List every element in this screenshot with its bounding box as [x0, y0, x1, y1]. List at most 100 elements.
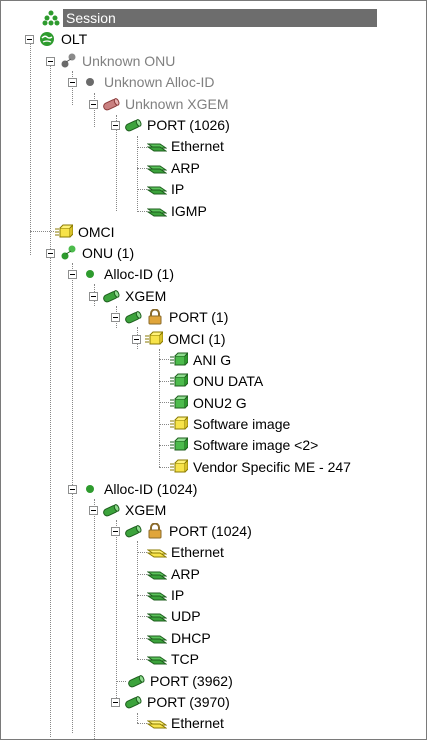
- tree-node-protocol[interactable]: ARP: [147, 158, 202, 178]
- session-tree[interactable]: Session OLT Unknown ONU Unknown Alloc-ID…: [0, 0, 427, 740]
- collapse-toggle[interactable]: [68, 269, 77, 279]
- collapse-toggle[interactable]: [68, 77, 77, 87]
- session-tree-icon: [41, 10, 61, 26]
- protocol-label: Ethernet: [171, 138, 224, 154]
- stacked-layer-icon: [147, 544, 167, 560]
- padlock-icon: [145, 523, 165, 539]
- stacked-layer-icon: [147, 138, 167, 154]
- olt-label: OLT: [61, 31, 88, 47]
- unknown-alloc-id-label: Unknown Alloc-ID: [104, 74, 215, 90]
- tree-node-port-1[interactable]: PORT (1): [111, 307, 230, 327]
- dot-icon: [80, 481, 100, 497]
- port-label: PORT (3962): [150, 673, 233, 689]
- box-icon: [144, 331, 164, 347]
- tree-node-port-1026[interactable]: PORT (1026): [111, 115, 232, 135]
- unknown-xgem-label: Unknown XGEM: [125, 96, 229, 112]
- stacked-layer-icon: [147, 160, 167, 176]
- box-icon: [54, 224, 74, 240]
- tree-node-managed-entity[interactable]: ANI G: [169, 350, 233, 370]
- collapse-toggle[interactable]: [25, 34, 34, 44]
- tree-node-protocol[interactable]: Ethernet: [147, 542, 226, 562]
- tree-node-protocol[interactable]: UDP: [147, 606, 203, 626]
- managed-entity-icon: [169, 352, 189, 368]
- unknown-onu-label: Unknown ONU: [82, 53, 176, 69]
- protocol-label: ARP: [171, 160, 200, 176]
- alloc-id-label: Alloc-ID (1): [104, 266, 175, 282]
- protocol-label: IP: [171, 181, 185, 197]
- collapse-toggle[interactable]: [89, 291, 98, 301]
- managed-entity-icon: [169, 373, 189, 389]
- protocol-label: ARP: [171, 566, 200, 582]
- collapse-toggle[interactable]: [89, 505, 98, 515]
- tree-node-protocol[interactable]: Ethernet: [147, 713, 226, 733]
- pipe-icon: [123, 117, 143, 133]
- omci-label: OMCI: [78, 224, 115, 240]
- collapse-toggle[interactable]: [111, 312, 120, 322]
- omci-label: OMCI (1): [168, 331, 226, 347]
- collapse-toggle[interactable]: [111, 697, 120, 707]
- port-label: PORT (3970): [147, 694, 230, 710]
- tree-node-omci-1[interactable]: OMCI (1): [132, 329, 228, 349]
- tree-node-xgem[interactable]: XGEM: [89, 500, 168, 520]
- tree-node-unknown-xgem[interactable]: Unknown XGEM: [89, 94, 230, 114]
- stacked-layer-icon: [147, 181, 167, 197]
- tree-node-protocol[interactable]: IGMP: [147, 201, 209, 221]
- xgem-label: XGEM: [125, 288, 167, 304]
- tree-node-managed-entity[interactable]: ONU2 G: [169, 393, 249, 413]
- tree-node-session[interactable]: Session: [41, 8, 377, 28]
- tree-node-port-3970[interactable]: PORT (3970): [111, 692, 232, 712]
- collapse-toggle[interactable]: [89, 99, 98, 109]
- tree-node-managed-entity[interactable]: ONU DATA: [169, 371, 265, 391]
- pipe-icon: [123, 523, 143, 539]
- padlock-icon: [145, 309, 165, 325]
- pipe-icon: [101, 288, 121, 304]
- protocol-label: TCP: [171, 651, 199, 667]
- tree-node-protocol[interactable]: IP: [147, 585, 186, 605]
- managed-entity-icon: [169, 395, 189, 411]
- dot-icon: [80, 74, 100, 90]
- protocol-label: IP: [171, 587, 185, 603]
- port-label: PORT (1024): [169, 523, 252, 539]
- session-label: Session: [63, 9, 377, 27]
- tree-node-omci[interactable]: OMCI: [54, 222, 117, 242]
- pipe-icon: [126, 673, 146, 689]
- managed-entity-label: ONU2 G: [193, 395, 247, 411]
- tree-node-managed-entity[interactable]: Software image: [169, 414, 292, 434]
- protocol-label: DHCP: [171, 630, 211, 646]
- xgem-label: XGEM: [125, 502, 167, 518]
- collapse-toggle[interactable]: [111, 120, 120, 130]
- tree-node-managed-entity[interactable]: Software image <2>: [169, 435, 320, 455]
- dot-icon: [80, 266, 100, 282]
- pipe-icon: [123, 309, 143, 325]
- tree-node-protocol[interactable]: IP: [147, 179, 186, 199]
- tree-node-protocol[interactable]: TCP: [147, 649, 201, 669]
- port-label: PORT (1): [169, 309, 229, 325]
- tree-node-xgem[interactable]: XGEM: [89, 286, 168, 306]
- pipe-icon: [101, 96, 121, 112]
- pipe-icon: [123, 694, 143, 710]
- tree-node-managed-entity[interactable]: Vendor Specific ME - 247: [169, 457, 353, 477]
- tree-node-onu-1[interactable]: ONU (1): [46, 243, 136, 263]
- protocol-label: IGMP: [171, 203, 207, 219]
- tree-node-port-1024[interactable]: PORT (1024): [111, 521, 254, 541]
- collapse-toggle[interactable]: [111, 526, 120, 536]
- tree-node-unknown-alloc-id[interactable]: Unknown Alloc-ID: [68, 72, 217, 92]
- stacked-layer-icon: [147, 566, 167, 582]
- tree-node-protocol[interactable]: DHCP: [147, 628, 213, 648]
- collapse-toggle[interactable]: [68, 484, 77, 494]
- collapse-toggle[interactable]: [46, 248, 55, 258]
- onu-nodes-icon: [58, 53, 78, 69]
- stacked-layer-icon: [147, 715, 167, 731]
- tree-node-unknown-onu[interactable]: Unknown ONU: [46, 51, 177, 71]
- collapse-toggle[interactable]: [46, 56, 55, 66]
- tree-node-protocol[interactable]: ARP: [147, 564, 202, 584]
- tree-node-alloc-id-1024[interactable]: Alloc-ID (1024): [68, 479, 199, 499]
- tree-node-protocol[interactable]: Ethernet: [147, 136, 226, 156]
- tree-node-alloc-id-1[interactable]: Alloc-ID (1): [68, 264, 176, 284]
- box-icon: [169, 416, 189, 432]
- tree-node-olt[interactable]: OLT: [25, 29, 89, 49]
- stacked-layer-icon: [147, 587, 167, 603]
- collapse-toggle[interactable]: [132, 334, 141, 344]
- stacked-layer-icon: [147, 651, 167, 667]
- tree-node-port-3962[interactable]: PORT (3962): [126, 671, 235, 691]
